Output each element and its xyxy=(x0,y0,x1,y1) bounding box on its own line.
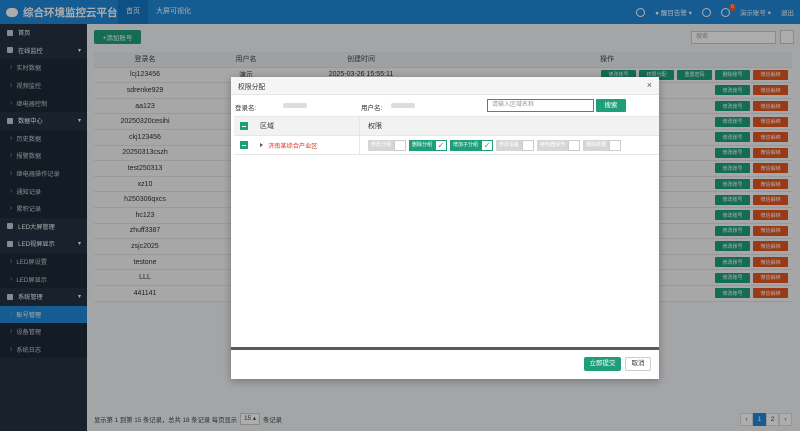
permission-switch[interactable]: 删除数据 xyxy=(583,139,622,151)
unchecked-box xyxy=(568,139,581,151)
col-permission: 权限 xyxy=(368,123,382,130)
cancel-button[interactable]: 取消 xyxy=(625,357,651,371)
unchecked-box xyxy=(394,139,407,151)
submit-button[interactable]: 立即提交 xyxy=(584,357,621,371)
region-cell: 济南某综合产业区 xyxy=(254,136,360,154)
permission-label: 增加子分组 xyxy=(450,139,482,151)
modal-header: 权限分配 × xyxy=(231,77,659,95)
account-info-row: 登录名: 用户名: 请输入区域名称 搜索 xyxy=(231,95,659,117)
user-name-label: 用户名: xyxy=(361,105,383,112)
login-name-value xyxy=(283,103,307,108)
login-name-label: 登录名: xyxy=(235,105,257,112)
permission-table: 区域 权限 济南某综合产业区 修改分组 删除分组 ✓ 增加子分组 ✓ 修改设备 继电器操作删… xyxy=(234,116,659,155)
permission-label: 删除分组 xyxy=(409,139,436,151)
permission-label: 修改分组 xyxy=(368,139,395,151)
area-search-button[interactable]: 搜索 xyxy=(596,99,626,112)
area-search-input[interactable]: 请输入区域名称 xyxy=(487,99,594,112)
permission-switches: 修改分组 删除分组 ✓ 增加子分组 ✓ 修改设备 继电器操作 删除数据 xyxy=(360,136,659,154)
permission-switch[interactable]: 继电器操作 xyxy=(537,139,581,151)
permission-switch[interactable]: 删除分组 ✓ xyxy=(409,139,448,151)
row-checkbox[interactable] xyxy=(240,141,248,149)
permission-modal: 权限分配 × 登录名: 用户名: 请输入区域名称 搜索 区域 权限 济南某综合产… xyxy=(231,77,659,379)
unchecked-box xyxy=(522,139,535,151)
permission-switch[interactable]: 增加子分组 ✓ xyxy=(450,139,494,151)
permission-switch[interactable]: 修改分组 xyxy=(368,139,407,151)
unchecked-box xyxy=(609,139,622,151)
permission-table-header: 区域 权限 xyxy=(234,117,659,136)
permission-label: 继电器操作 xyxy=(537,139,569,151)
expand-caret-icon[interactable] xyxy=(260,143,263,147)
region-name: 济南某综合产业区 xyxy=(268,142,318,150)
user-name-value xyxy=(391,103,415,108)
modal-title: 权限分配 xyxy=(238,83,266,91)
modal-divider xyxy=(231,347,659,350)
permission-switch[interactable]: 修改设备 xyxy=(496,139,535,151)
check-icon: ✓ xyxy=(435,139,448,151)
check-icon: ✓ xyxy=(481,139,494,151)
permission-label: 修改设备 xyxy=(496,139,523,151)
col-region: 区域 xyxy=(254,117,360,135)
permission-label: 删除数据 xyxy=(583,139,610,151)
permission-row: 济南某综合产业区 修改分组 删除分组 ✓ 增加子分组 ✓ 修改设备 继电器操作 删除数据 xyxy=(234,136,659,155)
close-icon[interactable]: × xyxy=(647,80,652,90)
select-all-checkbox[interactable] xyxy=(240,122,248,130)
